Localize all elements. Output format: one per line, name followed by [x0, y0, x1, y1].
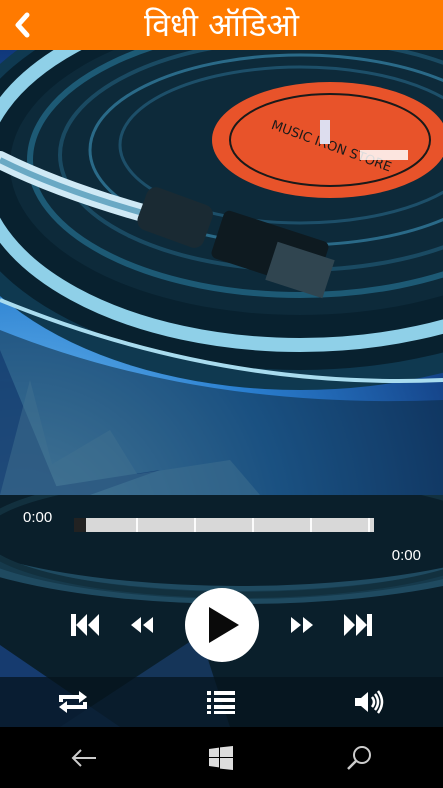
- repeat-icon: [59, 691, 87, 713]
- album-art: MUSIC IRON STORE: [0, 50, 443, 495]
- page-title: विधी ऑडिओ: [143, 6, 300, 44]
- play-button[interactable]: [185, 588, 259, 662]
- system-search-button[interactable]: [285, 727, 433, 788]
- bottom-toolbar: [0, 677, 443, 727]
- repeat-button[interactable]: [54, 684, 92, 720]
- system-home-button[interactable]: [147, 727, 295, 788]
- progress-tick: [252, 518, 254, 532]
- progress-tick: [310, 518, 312, 532]
- volume-button[interactable]: [350, 684, 388, 720]
- play-icon: [209, 607, 239, 643]
- system-nav-bar: [0, 727, 443, 788]
- volume-icon: [355, 690, 384, 714]
- system-back-button[interactable]: [10, 727, 158, 788]
- progress-tick: [194, 518, 196, 532]
- turntable-image: MUSIC IRON STORE: [0, 50, 443, 495]
- playlist-button[interactable]: [202, 684, 240, 720]
- rewind-button[interactable]: [128, 613, 156, 637]
- playlist-icon: [207, 691, 235, 714]
- rewind-icon: [131, 617, 153, 633]
- back-arrow-icon: [71, 748, 96, 767]
- fast-forward-icon: [291, 617, 313, 633]
- fast-forward-button[interactable]: [288, 613, 316, 637]
- app-header: विधी ऑडिओ: [0, 0, 443, 50]
- progress-start-marker: [74, 518, 86, 532]
- skip-previous-icon: [71, 614, 99, 636]
- progress-tick: [136, 518, 138, 532]
- progress-end-tick: [368, 518, 370, 532]
- current-time: 0:00: [23, 509, 53, 526]
- progress-track: [74, 518, 374, 532]
- total-time: 0:00: [391, 547, 421, 564]
- progress-slider[interactable]: [74, 518, 374, 532]
- skip-next-icon: [344, 614, 372, 636]
- skip-next-button[interactable]: [341, 608, 375, 642]
- skip-previous-button[interactable]: [68, 608, 102, 642]
- search-icon: [347, 745, 371, 770]
- windows-logo-icon: [209, 745, 233, 770]
